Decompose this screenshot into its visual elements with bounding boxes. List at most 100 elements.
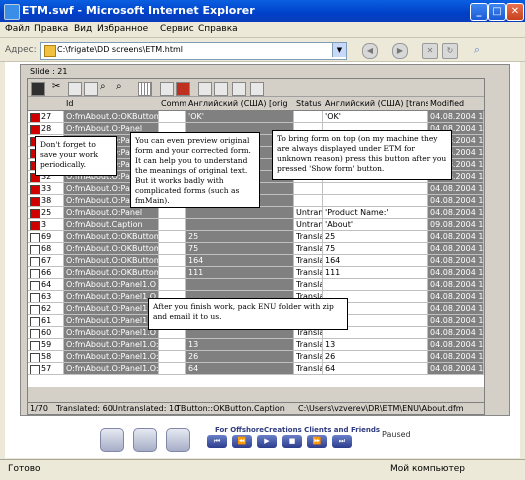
cell-mod[interactable]: 04.08.2004 16: [428, 339, 484, 351]
cell-id[interactable]: O:fmAbout.O:Panel1.O:Lab [64, 339, 159, 351]
cell-num[interactable]: 62 [28, 303, 64, 315]
table-row[interactable]: 3 O:fmAbout.Caption Untrans'About'09.08.20… [28, 219, 484, 231]
cell-id[interactable]: O:fmAbout.O:OKButton.Le [64, 267, 159, 279]
cell-id[interactable]: O:fmAbout.Caption [64, 219, 159, 231]
cell-st[interactable]: Transla [294, 255, 323, 267]
cell-num[interactable]: 61 [28, 315, 64, 327]
cell-id[interactable]: O:fmAbout.O:Panel1.O [64, 291, 159, 303]
table-icon[interactable] [176, 82, 190, 96]
cell-eng[interactable] [186, 219, 294, 231]
cell-com[interactable] [159, 243, 186, 255]
fast-forward-icon[interactable]: ⏩ [307, 435, 327, 448]
address-dropdown-icon[interactable]: ▼ [332, 43, 346, 57]
cell-st[interactable]: Untrans [294, 207, 323, 219]
cell-eng[interactable]: 64 [186, 363, 294, 375]
cell-st[interactable]: Transla [294, 351, 323, 363]
bring-to-front-icon[interactable] [250, 82, 264, 96]
cell-mod[interactable]: 04.08.2004 16: [428, 351, 484, 363]
menu-favorites[interactable]: Избранное [97, 24, 148, 34]
cell-us[interactable]: 111 [323, 267, 428, 279]
cell-com[interactable] [159, 351, 186, 363]
table-row[interactable]: 68O:fmAbout.O:OKButton.Wi75Transla7504.0… [28, 243, 484, 255]
player-home-icon[interactable] [166, 428, 190, 452]
cell-mod[interactable]: 04.08.2004 16: [428, 255, 484, 267]
play-icon[interactable]: ▶ [257, 435, 277, 448]
menu-help[interactable]: Справка [198, 24, 238, 34]
cell-st[interactable]: Transla [294, 363, 323, 375]
cell-us[interactable]: 'Product Name:' [323, 207, 428, 219]
cell-eng[interactable]: 164 [186, 255, 294, 267]
search-icon[interactable]: ⌕ [470, 43, 484, 57]
cell-mod[interactable]: 04.08.2004 16: [428, 315, 484, 327]
minimize-button[interactable]: _ [470, 3, 488, 21]
cell-mod[interactable]: 04.08.2004 16: [428, 279, 484, 291]
table-row[interactable]: 59O:fmAbout.O:Panel1.O:Lab13Transla1304.… [28, 339, 484, 351]
cell-num[interactable]: 63 [28, 291, 64, 303]
cell-us[interactable]: 'About' [323, 219, 428, 231]
cell-mod[interactable]: 04.08.2004 16: [428, 231, 484, 243]
back-icon[interactable]: ◀ [362, 43, 378, 59]
cell-us[interactable]: 75 [323, 243, 428, 255]
cell-mod[interactable]: 09.08.2004 14: [428, 219, 484, 231]
save-icon[interactable] [31, 82, 45, 96]
menu-view[interactable]: Вид [74, 24, 92, 34]
cell-mod[interactable]: 04.08.2004 16: [428, 207, 484, 219]
menu-file[interactable]: Файл [5, 24, 30, 34]
cell-eng[interactable]: 75 [186, 243, 294, 255]
cell-mod[interactable]: 04.08.2004 16: [428, 111, 484, 123]
cell-us[interactable]: 'OK' [323, 111, 428, 123]
cell-st[interactable] [294, 195, 323, 207]
show-original-form-icon[interactable] [214, 82, 228, 96]
cell-com[interactable] [159, 363, 186, 375]
first-frame-icon[interactable]: ⏮ [207, 435, 227, 448]
cell-mod[interactable]: 04.08.2004 16: [428, 195, 484, 207]
cell-eng[interactable]: 111 [186, 267, 294, 279]
cell-num[interactable]: 59 [28, 339, 64, 351]
cell-num[interactable]: 25 [28, 207, 64, 219]
cell-num[interactable]: 68 [28, 243, 64, 255]
cell-id[interactable]: O:fmAbout.O:Panel1.O:Lab [64, 351, 159, 363]
grid-icon[interactable] [138, 82, 152, 96]
cell-eng[interactable]: 25 [186, 231, 294, 243]
header-translated[interactable]: Английский (США) [translate [323, 97, 431, 111]
cell-eng[interactable] [186, 207, 294, 219]
address-input[interactable]: C:\frigate\DD screens\ETM.html ▼ [40, 42, 347, 60]
cell-mod[interactable]: 04.08.2004 16: [428, 303, 484, 315]
cell-st[interactable]: Transla [294, 231, 323, 243]
cell-num[interactable]: 28 [28, 123, 64, 135]
stop-icon[interactable]: ✕ [422, 43, 438, 59]
cell-com[interactable] [159, 339, 186, 351]
header-original[interactable]: Английский (США) [orig [186, 97, 297, 111]
cell-us[interactable] [323, 279, 428, 291]
menu-tools[interactable]: Сервис [160, 24, 194, 34]
cell-com[interactable] [159, 231, 186, 243]
cell-num[interactable]: 67 [28, 255, 64, 267]
header-comment[interactable]: Comme [159, 97, 189, 111]
header-modified[interactable]: Modified [428, 97, 484, 111]
cell-st[interactable]: Transla [294, 279, 323, 291]
cell-id[interactable]: O:fmAbout.O:OKButton.To [64, 255, 159, 267]
cell-id[interactable]: O:fmAbout.O:Panel1.O:Lab [64, 363, 159, 375]
cell-eng[interactable]: 'OK' [186, 111, 294, 123]
cell-id[interactable]: O:fmAbout.O:OKButton.Ca [64, 111, 159, 123]
cell-num[interactable]: 60 [28, 327, 64, 339]
table-row[interactable]: 66O:fmAbout.O:OKButton.Le111Transla11104… [28, 267, 484, 279]
cell-com[interactable] [159, 279, 186, 291]
cell-us[interactable]: 164 [323, 255, 428, 267]
table-row[interactable]: 69O:fmAbout.O:OKButton.Wi25Transla2504.0… [28, 231, 484, 243]
cell-st[interactable] [294, 183, 323, 195]
cell-us[interactable] [323, 195, 428, 207]
table-row[interactable]: 27O:fmAbout.O:OKButton.Ca'OK''OK'04.08.2… [28, 111, 484, 123]
show-form-icon[interactable] [198, 82, 212, 96]
cell-mod[interactable]: 04.08.2004 16: [428, 363, 484, 375]
cell-mod[interactable]: 04.08.2004 16: [428, 327, 484, 339]
cell-num[interactable]: 64 [28, 279, 64, 291]
cell-st[interactable]: Transla [294, 267, 323, 279]
cell-id[interactable]: O:fmAbout.O:OKButton.Wi [64, 243, 159, 255]
cell-mod[interactable]: 04.08.2004 16: [428, 291, 484, 303]
player-screen-icon[interactable] [100, 428, 124, 452]
cell-com[interactable] [159, 219, 186, 231]
cell-num[interactable]: 58 [28, 351, 64, 363]
copy-icon[interactable] [68, 82, 82, 96]
cell-st[interactable] [294, 111, 323, 123]
